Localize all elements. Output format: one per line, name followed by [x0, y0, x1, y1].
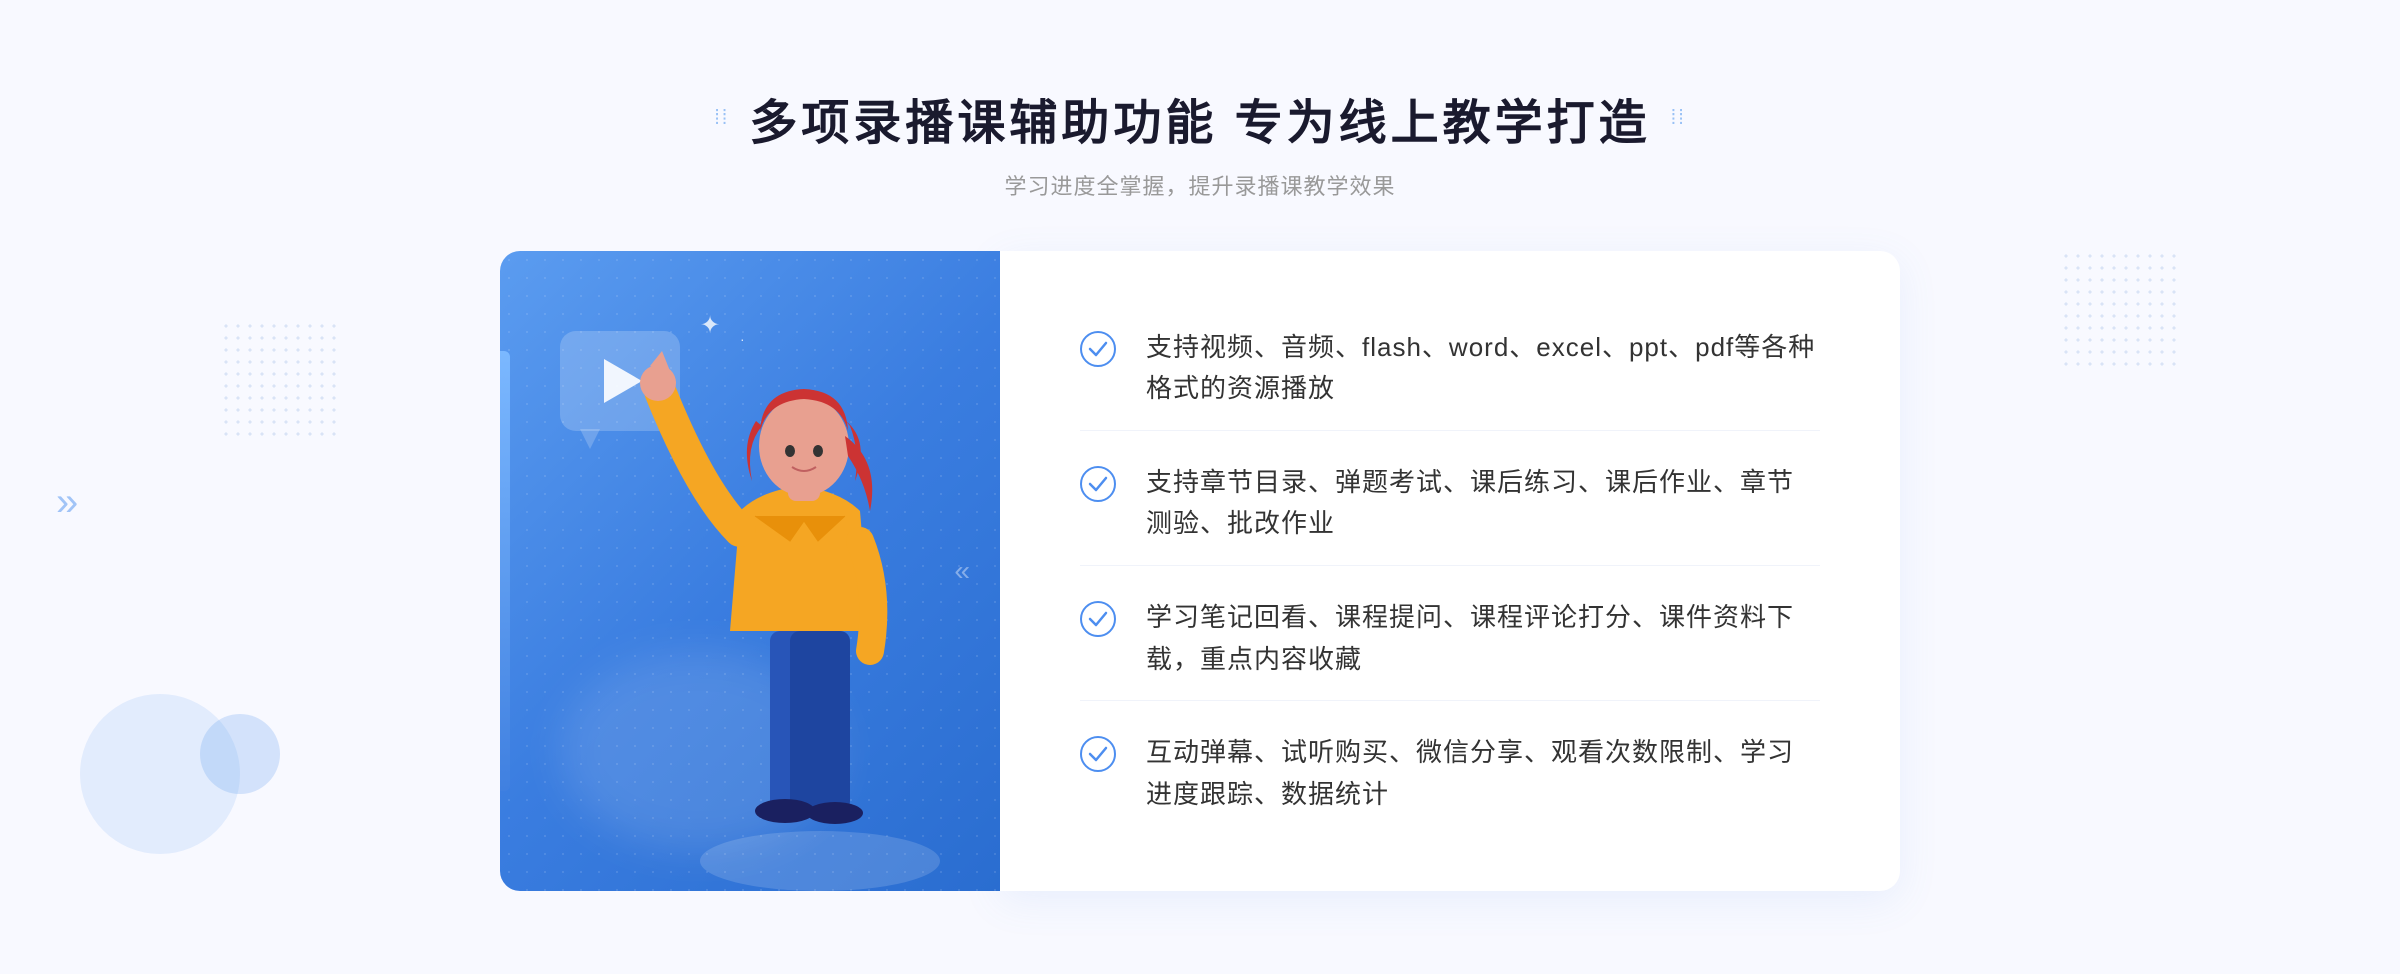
check-icon-2 [1080, 466, 1116, 502]
left-arrows-decoration: » [56, 480, 78, 525]
features-panel: 支持视频、音频、flash、word、excel、ppt、pdf等各种格式的资源… [1000, 251, 1900, 891]
circle-decoration-2 [200, 714, 280, 794]
dots-decoration-left [220, 320, 340, 440]
feature-text-4: 互动弹幕、试听购买、微信分享、观看次数限制、学习进度跟踪、数据统计 [1146, 732, 1820, 815]
page-title: 多项录播课辅助功能 专为线上教学打造 [749, 83, 1650, 153]
page-subtitle: 学习进度全掌握，提升录播课教学效果 [714, 169, 1686, 201]
header-section: ⁞⁞ 多项录播课辅助功能 专为线上教学打造 ⁞⁞ 学习进度全掌握，提升录播课教学… [714, 83, 1686, 201]
illustration-panel: ✦ · « [500, 251, 1000, 891]
feature-item-3: 学习笔记回看、课程提问、课程评论打分、课件资料下载，重点内容收藏 [1080, 577, 1820, 701]
dot-grid-right-icon: ⁞⁞ [1671, 107, 1686, 130]
feature-item-2: 支持章节目录、弹题考试、课后练习、课后作业、章节测验、批改作业 [1080, 442, 1820, 566]
dot-grid-left-icon: ⁞⁞ [714, 107, 729, 130]
feature-text-2: 支持章节目录、弹题考试、课后练习、课后作业、章节测验、批改作业 [1146, 462, 1820, 545]
check-icon-4 [1080, 736, 1116, 772]
feature-text-1: 支持视频、音频、flash、word、excel、ppt、pdf等各种格式的资源… [1146, 327, 1820, 410]
human-illustration [500, 251, 1000, 891]
page-container: » ⁞⁞ 多项录播课辅助功能 专为线上教学打造 ⁞⁞ 学习进度全掌握，提升录播课… [0, 0, 2400, 974]
feature-item-1: 支持视频、音频、flash、word、excel、ppt、pdf等各种格式的资源… [1080, 307, 1820, 431]
feature-item-4: 互动弹幕、试听购买、微信分享、观看次数限制、学习进度跟踪、数据统计 [1080, 712, 1820, 835]
check-icon-3 [1080, 601, 1116, 637]
dots-decoration-right [2060, 250, 2180, 370]
content-area: ✦ · « [500, 251, 1900, 891]
check-icon-1 [1080, 331, 1116, 367]
feature-text-3: 学习笔记回看、课程提问、课程评论打分、课件资料下载，重点内容收藏 [1146, 597, 1820, 680]
